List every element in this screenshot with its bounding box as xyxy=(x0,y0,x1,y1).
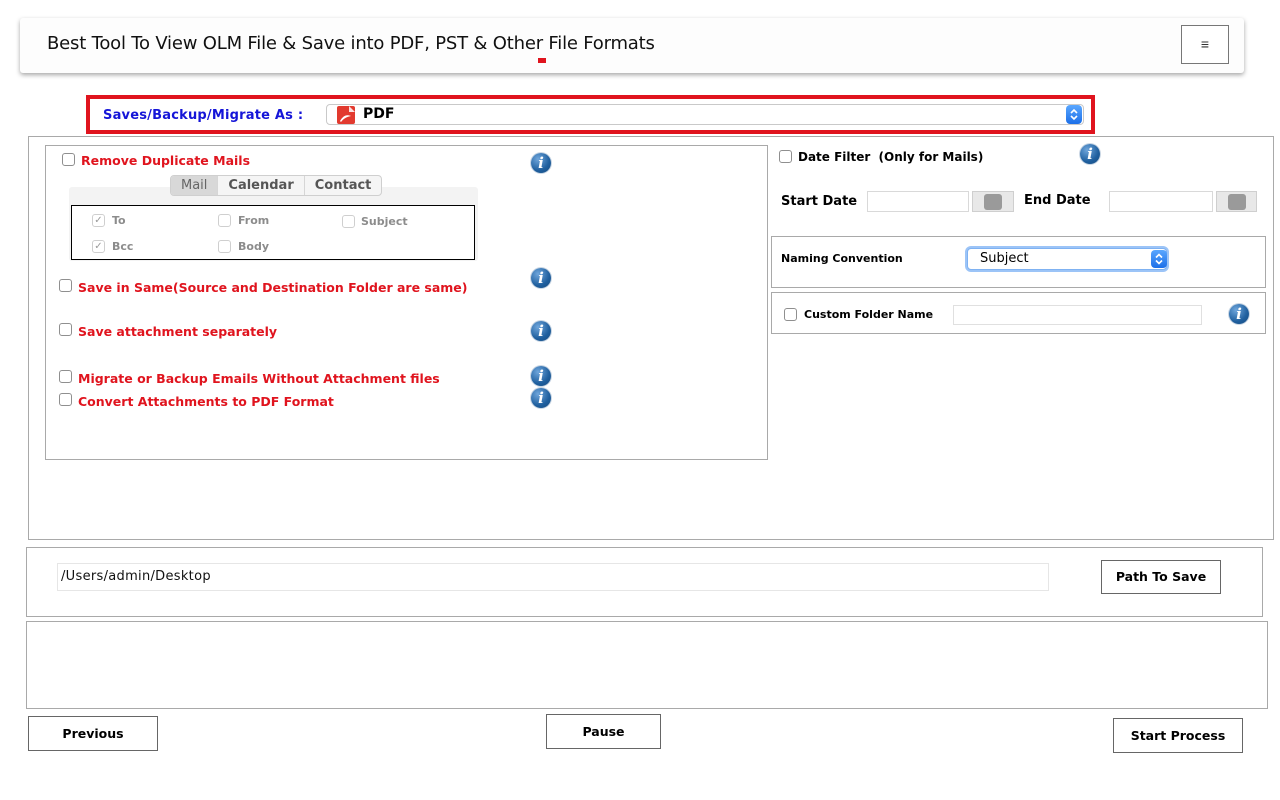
date-filter-note: (Only for Mails) xyxy=(878,150,984,164)
previous-button[interactable]: Previous xyxy=(28,716,158,751)
pause-button[interactable]: Pause xyxy=(546,714,661,749)
without-attachment-checkbox[interactable] xyxy=(59,370,72,383)
save-in-same-label: Save in Same(Source and Destination Fold… xyxy=(78,280,468,295)
format-selected-value: PDF xyxy=(363,106,395,122)
item-type-tabs: Mail Calendar Contact xyxy=(170,175,383,196)
duplicate-criteria-box: Mail Calendar Contact ✓ To From Subject … xyxy=(69,175,478,261)
convert-attachments-label: Convert Attachments to PDF Format xyxy=(78,394,334,409)
mail-fields-box: ✓ To From Subject ✓ Bcc Body xyxy=(71,205,475,260)
info-icon[interactable]: i xyxy=(531,388,551,408)
red-marker xyxy=(538,58,546,63)
info-icon[interactable]: i xyxy=(531,268,551,288)
hamburger-menu-icon: ≡ xyxy=(1200,36,1210,52)
field-subject-label: Subject xyxy=(361,215,408,228)
naming-convention-box: Naming Convention Subject xyxy=(771,236,1266,288)
field-subject-checkbox[interactable] xyxy=(342,215,355,228)
destination-path-row: /Users/admin/Desktop Path To Save xyxy=(26,547,1263,617)
start-process-button[interactable]: Start Process xyxy=(1113,718,1243,753)
custom-folder-box: Custom Folder Name i xyxy=(771,292,1266,334)
save-attachment-checkbox[interactable] xyxy=(59,323,72,336)
app-header: Best Tool To View OLM File & Save into P… xyxy=(20,18,1244,73)
mail-options-panel: Remove Duplicate Mails i Mail Calendar C… xyxy=(45,145,768,460)
pdf-file-icon xyxy=(337,106,355,124)
naming-convention-value: Subject xyxy=(980,251,1029,266)
field-bcc-label: Bcc xyxy=(112,240,134,253)
format-label: Saves/Backup/Migrate As : xyxy=(103,108,304,123)
naming-convention-label: Naming Convention xyxy=(781,252,903,265)
naming-convention-select[interactable]: Subject xyxy=(967,248,1167,270)
field-body-checkbox[interactable] xyxy=(218,240,231,253)
custom-folder-label: Custom Folder Name xyxy=(804,308,934,321)
field-from-label: From xyxy=(238,214,270,227)
info-icon[interactable]: i xyxy=(1080,144,1100,164)
end-date-picker-button[interactable] xyxy=(1216,191,1257,212)
custom-folder-input[interactable] xyxy=(953,305,1202,325)
field-bcc-checkbox[interactable]: ✓ xyxy=(92,240,105,253)
options-panel: Remove Duplicate Mails i Mail Calendar C… xyxy=(28,136,1274,540)
hamburger-menu-button[interactable]: ≡ xyxy=(1181,25,1229,64)
date-filter-checkbox[interactable] xyxy=(779,150,792,163)
field-to-label: To xyxy=(112,214,126,227)
path-to-save-button[interactable]: Path To Save xyxy=(1101,560,1221,594)
info-icon[interactable]: i xyxy=(531,153,551,173)
start-date-label: Start Date xyxy=(781,194,858,209)
without-attachment-label: Migrate or Backup Emails Without Attachm… xyxy=(78,371,440,386)
field-from-checkbox[interactable] xyxy=(218,214,231,227)
end-date-label: End Date xyxy=(1024,193,1091,208)
custom-folder-checkbox[interactable] xyxy=(784,308,797,321)
calendar-icon xyxy=(1228,194,1246,210)
info-icon[interactable]: i xyxy=(531,321,551,341)
destination-path-input[interactable]: /Users/admin/Desktop xyxy=(57,563,1049,591)
chevron-updown-icon[interactable] xyxy=(1066,105,1082,124)
field-body-label: Body xyxy=(238,240,269,253)
chevron-updown-icon[interactable] xyxy=(1151,250,1167,268)
tab-mail[interactable]: Mail xyxy=(171,176,219,195)
format-selection-row: Saves/Backup/Migrate As : PDF xyxy=(86,95,1095,134)
tab-contact[interactable]: Contact xyxy=(305,176,382,195)
page-title: Best Tool To View OLM File & Save into P… xyxy=(47,33,655,54)
info-icon[interactable]: i xyxy=(531,366,551,386)
end-date-input[interactable] xyxy=(1109,191,1213,212)
info-icon[interactable]: i xyxy=(1229,304,1249,324)
remove-duplicates-label: Remove Duplicate Mails xyxy=(81,153,251,168)
convert-attachments-checkbox[interactable] xyxy=(59,393,72,406)
field-to-checkbox[interactable]: ✓ xyxy=(92,214,105,227)
calendar-icon xyxy=(984,194,1002,210)
save-in-same-checkbox[interactable] xyxy=(59,279,72,292)
date-filter-text: Date Filter xyxy=(798,150,871,164)
progress-log-area xyxy=(26,621,1268,709)
tab-calendar[interactable]: Calendar xyxy=(218,176,305,195)
format-select[interactable]: PDF xyxy=(326,104,1084,125)
remove-duplicates-checkbox[interactable] xyxy=(62,153,75,166)
date-filter-label: Date Filter (Only for Mails) xyxy=(798,150,983,164)
save-attachment-label: Save attachment separately xyxy=(78,324,278,339)
start-date-input[interactable] xyxy=(867,191,969,212)
start-date-picker-button[interactable] xyxy=(972,191,1014,212)
